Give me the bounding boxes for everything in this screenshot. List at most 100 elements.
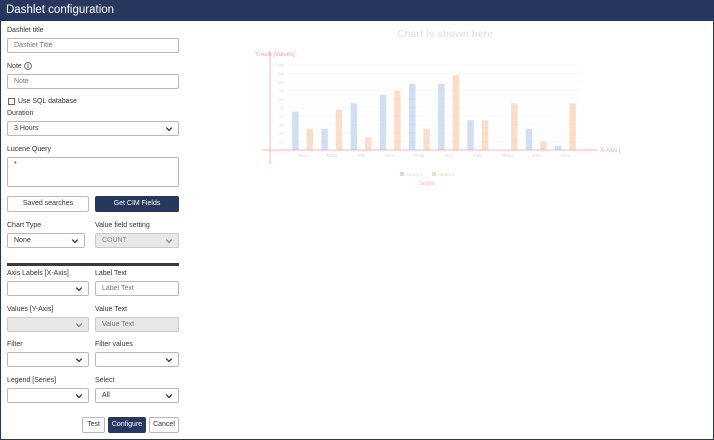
chart-bar xyxy=(365,137,372,150)
get-cim-fields-button[interactable]: Get CIM Fields xyxy=(95,196,179,212)
lucene-query-label: Lucene Query xyxy=(7,146,51,153)
chart-bar xyxy=(554,145,562,150)
chevron-down-icon xyxy=(75,323,83,328)
chart-type-value: None xyxy=(14,237,31,244)
y-axis-label: Y-Axis [Values] xyxy=(255,52,295,58)
dashlet-title-input[interactable] xyxy=(7,38,179,53)
note-input[interactable] xyxy=(7,74,179,89)
chart-bar xyxy=(452,75,460,150)
x-tick-label: Tavrn xyxy=(385,153,397,158)
chart-bar xyxy=(438,83,445,150)
legend-swatch xyxy=(400,172,404,176)
chart-bar xyxy=(306,128,314,150)
chart-type-select[interactable]: None xyxy=(7,233,85,248)
series-select-value: All xyxy=(102,392,110,399)
y-tick-label: 70 xyxy=(279,89,285,94)
chart-bar xyxy=(467,120,474,150)
chevron-down-icon xyxy=(165,127,173,132)
chart-bar xyxy=(511,103,518,150)
chart-preview: Chart is shown here Y-Axis [Values] 10 20 30… xyxy=(250,24,640,194)
x-tick-label: Wgt xyxy=(445,153,454,158)
chevron-down-icon xyxy=(75,358,83,363)
chart-bar xyxy=(525,128,533,150)
chart-bar xyxy=(408,83,416,150)
chevron-down-icon xyxy=(165,239,173,244)
x-tick-label: Jsfb xyxy=(357,153,366,158)
y-tick-label: 20 xyxy=(279,131,285,136)
y-tick-label: 80 xyxy=(279,80,285,85)
chart-svg: Chart is shown here Y-Axis [Values] 10 20 30… xyxy=(255,29,640,187)
legend-swatch xyxy=(432,172,436,176)
x-tick-label: Rgb xyxy=(474,153,483,158)
lucene-query-textarea[interactable]: * xyxy=(7,157,179,187)
section-divider xyxy=(7,263,179,266)
axis-labels-select[interactable] xyxy=(7,281,89,296)
duration-select[interactable]: 3 Hours xyxy=(7,121,179,136)
chart-bar xyxy=(321,128,328,150)
chart-bar xyxy=(394,90,401,150)
test-button[interactable]: Test xyxy=(82,417,105,433)
y-tick-label: 60 xyxy=(279,97,285,102)
series-select[interactable]: All xyxy=(95,388,179,403)
value-text-label: Value Text xyxy=(95,306,128,313)
chevron-down-icon xyxy=(165,394,173,399)
value-field-label: Value field setting xyxy=(95,222,150,229)
x-tick-label: Frwgn xyxy=(413,153,426,158)
chart-bar xyxy=(423,128,430,150)
axis-labels-label: Axis Labels [X-Axis] xyxy=(7,270,69,277)
configure-button[interactable]: Configure xyxy=(108,417,146,433)
value-field-select: COUNT xyxy=(95,233,179,248)
dashlet-title-label: Dashlet title xyxy=(7,27,44,34)
chart-bar xyxy=(481,120,489,150)
dialog-title: Dashlet configuration xyxy=(0,0,714,21)
legend-item: Series 2 xyxy=(438,172,455,177)
x-tick-label: Zmy xyxy=(561,153,570,158)
note-label: Note xyxy=(7,63,22,70)
duration-label: Duration xyxy=(7,110,34,117)
chart-title: Chart is shown here xyxy=(397,29,493,40)
x-tick-label: Nhbg xyxy=(326,153,337,158)
label-text-label: Label Text xyxy=(95,270,127,277)
y-tick-label: 90 xyxy=(279,72,285,77)
legend-select[interactable] xyxy=(7,388,89,403)
y-tick-label: 50 xyxy=(279,106,285,111)
label-text-input[interactable] xyxy=(95,281,179,296)
x-tick-label: Mtrkn xyxy=(501,153,513,158)
y-tick-label: 10 xyxy=(279,140,285,145)
chart-bar xyxy=(335,110,343,150)
chevron-down-icon xyxy=(75,287,83,292)
select-label: Select xyxy=(95,377,115,384)
duration-value: 3 Hours xyxy=(14,125,39,132)
chevron-down-icon xyxy=(71,239,79,244)
x-tick-label: Smbl xyxy=(297,153,307,158)
info-icon[interactable] xyxy=(24,62,32,70)
chart-type-label: Chart Type xyxy=(7,222,42,229)
use-sql-checkbox[interactable] xyxy=(8,98,15,105)
chart-bar xyxy=(292,111,299,150)
use-sql-label: Use SQL database xyxy=(18,98,77,105)
x-axis-label: X-Axis [Labels] xyxy=(600,148,620,154)
legend-item: Series 1 xyxy=(406,172,423,177)
chevron-down-icon xyxy=(165,358,173,363)
chart-bar xyxy=(569,103,576,150)
legend-title: Series xyxy=(419,181,435,187)
y-tick-label: 40 xyxy=(279,114,285,119)
filter-label: Filter xyxy=(7,341,23,348)
values-label: Values [Y-Axis] xyxy=(7,306,54,313)
values-select xyxy=(7,317,89,332)
y-tick-label: 30 xyxy=(279,123,285,128)
value-field-value: COUNT xyxy=(102,237,127,244)
chart-bar xyxy=(350,103,357,150)
cancel-button[interactable]: Cancel xyxy=(149,417,179,433)
legend-label: Legend [Series] xyxy=(7,377,57,384)
filter-values-label: Filter values xyxy=(95,341,133,348)
filter-values-select[interactable] xyxy=(95,352,179,367)
y-tick-label: 100 xyxy=(276,63,284,68)
filter-select[interactable] xyxy=(7,352,89,367)
chevron-down-icon xyxy=(75,394,83,399)
saved-searches-button[interactable]: Saved searches xyxy=(7,196,89,212)
x-tick-label: Sntn xyxy=(532,153,542,158)
value-text-input xyxy=(95,317,179,332)
chart-bar xyxy=(540,141,547,150)
chart-bar xyxy=(379,94,387,150)
